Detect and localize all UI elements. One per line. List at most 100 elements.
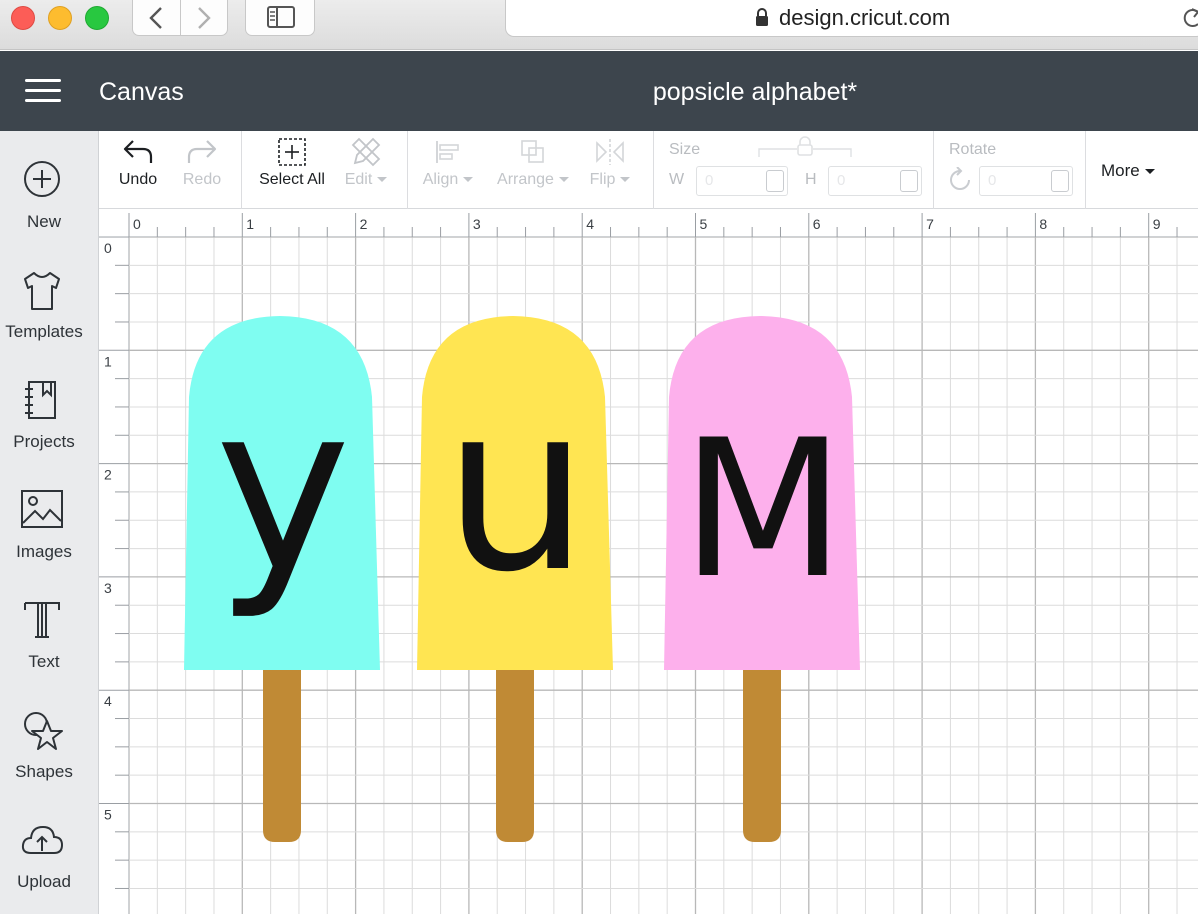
project-title[interactable]: popsicle alphabet* <box>560 78 950 107</box>
lock-icon <box>756 8 768 26</box>
rail-item-new[interactable]: New <box>0 159 99 259</box>
flip-label: Flip <box>589 171 616 188</box>
popsicle-stick <box>743 670 781 842</box>
ruler-horizontal: 0 1 2 3 4 5 6 7 8 9 <box>99 209 1198 237</box>
ruler-top-label: 7 <box>926 216 934 232</box>
ruler-top-label: 8 <box>1039 216 1047 232</box>
popsicle-letter: y <box>214 356 352 623</box>
select-all-button[interactable]: Select All <box>251 137 333 207</box>
select-all-label: Select All <box>259 171 325 188</box>
popsicle-3[interactable]: m <box>664 315 862 845</box>
popsicle-letter: m <box>681 399 845 620</box>
sidebar-icon <box>267 6 295 28</box>
chevron-right-icon <box>198 7 211 29</box>
height-label: H <box>805 171 817 188</box>
chevron-left-icon <box>149 7 162 29</box>
ruler-top-label: 0 <box>133 216 141 232</box>
pencil-ruler-icon <box>351 137 381 167</box>
notebook-icon <box>25 381 56 419</box>
minimize-window-button[interactable] <box>48 6 72 30</box>
shirt-icon <box>24 272 60 310</box>
rail-item-images[interactable]: Images <box>0 489 99 589</box>
ruler-top-label: 4 <box>586 216 594 232</box>
forward-button[interactable] <box>181 4 227 32</box>
ruler-top-label: 6 <box>813 216 821 232</box>
more-label: More <box>1101 161 1140 180</box>
ruler-left-label: 4 <box>104 693 112 709</box>
rotate-value: 0 <box>988 172 997 189</box>
width-label: W <box>669 171 685 188</box>
lock-ratio-icon[interactable] <box>757 135 853 159</box>
rail-label: Templates <box>5 322 83 341</box>
rail-label: Upload <box>17 872 71 891</box>
ruler-top-label: 1 <box>246 216 254 232</box>
rotate-icon <box>950 167 970 190</box>
align-icon <box>436 141 459 163</box>
rotate-label: Rotate <box>949 141 997 158</box>
history-nav <box>132 0 228 36</box>
height-input[interactable]: 0 <box>828 166 922 196</box>
width-stepper[interactable] <box>766 170 784 192</box>
rail-label: New <box>26 212 61 231</box>
ruler-top-label: 9 <box>1153 216 1161 232</box>
ruler-top-label: 2 <box>360 216 368 232</box>
popsicle-2[interactable]: u <box>417 315 615 845</box>
image-icon <box>21 490 63 528</box>
redo-label: Redo <box>182 171 222 188</box>
rail-item-text[interactable]: Text <box>0 599 99 699</box>
edit-toolbar: Undo Redo Select All Edit Align Arrange … <box>99 131 1198 209</box>
show-sidebar-button[interactable] <box>245 0 315 36</box>
popsicle-1[interactable]: y <box>184 315 382 845</box>
ruler-left-label: 3 <box>104 580 112 596</box>
popsicle-letter: u <box>443 356 589 623</box>
align-dropdown[interactable]: Align <box>417 137 479 207</box>
text-icon <box>24 602 60 638</box>
rail-item-upload[interactable]: Upload <box>0 819 99 914</box>
flip-dropdown[interactable]: Flip <box>581 137 639 207</box>
back-button[interactable] <box>133 4 179 32</box>
undo-button[interactable]: Undo <box>111 137 165 207</box>
url-text[interactable]: design.cricut.com <box>779 5 950 31</box>
more-dropdown[interactable]: More <box>1101 161 1155 181</box>
edit-dropdown[interactable]: Edit <box>337 137 395 207</box>
app-header: Canvas popsicle alphabet* <box>0 51 1198 131</box>
popsicle-stick <box>263 670 301 842</box>
arrange-icon <box>521 140 544 163</box>
ruler-top-label: 5 <box>700 216 708 232</box>
rail-label: Shapes <box>15 762 73 781</box>
undo-label: Undo <box>118 171 158 188</box>
menu-icon[interactable] <box>25 79 61 103</box>
rail-item-projects[interactable]: Projects <box>0 379 99 479</box>
rail-label: Text <box>28 652 60 671</box>
rail-label: Images <box>16 542 72 561</box>
rail-item-shapes[interactable]: Shapes <box>0 709 99 809</box>
edit-label: Edit <box>344 171 373 188</box>
height-stepper[interactable] <box>900 170 918 192</box>
arrange-label: Arrange <box>497 171 554 188</box>
shapes-icon <box>24 712 63 750</box>
ruler-left-label: 1 <box>104 353 112 369</box>
size-label: Size <box>669 141 701 158</box>
plus-circle-icon <box>24 161 60 197</box>
close-window-button[interactable] <box>11 6 35 30</box>
design-canvas[interactable]: yum <box>129 237 1198 914</box>
height-value: 0 <box>837 172 846 189</box>
flip-icon <box>596 139 624 165</box>
popsicle-stick <box>496 670 534 842</box>
redo-button[interactable]: Redo <box>175 137 229 207</box>
browser-toolbar: design.cricut.com <box>0 0 1198 50</box>
section-title: Canvas <box>99 78 184 106</box>
ruler-vertical: 0 1 2 3 4 5 <box>99 237 129 914</box>
zoom-window-button[interactable] <box>85 6 109 30</box>
cloud-upload-icon <box>21 825 64 854</box>
width-input[interactable]: 0 <box>696 166 788 196</box>
rotate-input[interactable]: 0 <box>979 166 1073 196</box>
rail-item-templates[interactable]: Templates <box>0 269 99 369</box>
width-value: 0 <box>705 172 714 189</box>
select-all-icon <box>278 138 306 166</box>
rotate-stepper[interactable] <box>1051 170 1069 192</box>
reload-icon[interactable] <box>1180 6 1198 30</box>
ruler-left-label: 5 <box>104 807 112 823</box>
arrange-dropdown[interactable]: Arrange <box>491 137 575 207</box>
undo-icon <box>123 140 153 163</box>
